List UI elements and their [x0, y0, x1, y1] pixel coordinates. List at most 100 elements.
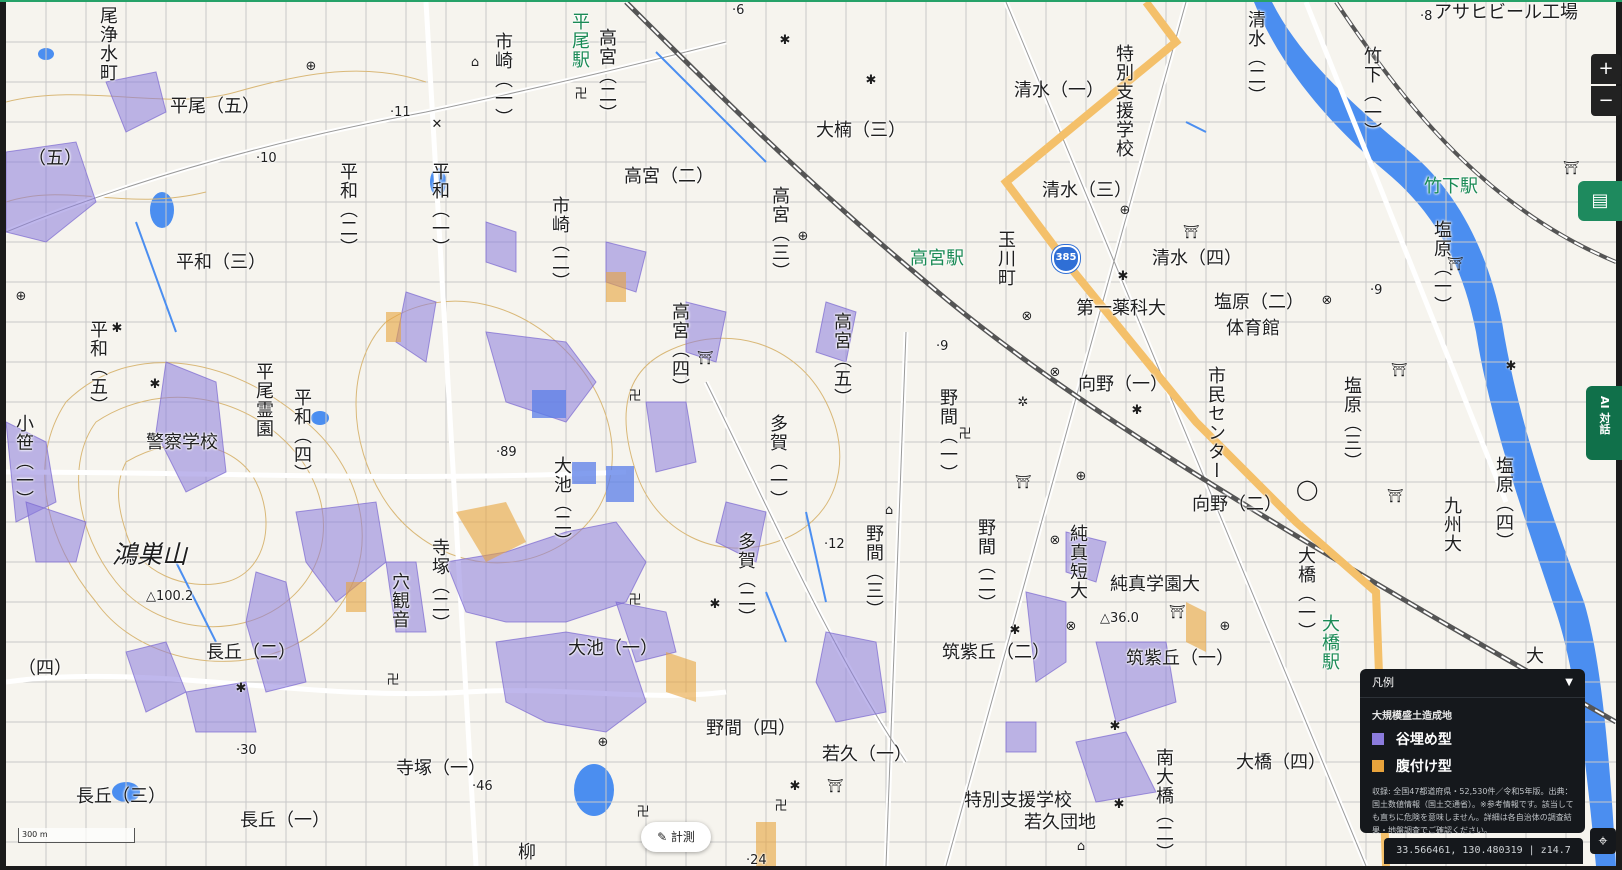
- legend-swatch-valley: [1372, 733, 1384, 745]
- place-label: ·9: [936, 339, 949, 354]
- place-label: 大橋（一）: [1295, 546, 1316, 641]
- school-icon: ✱: [865, 73, 877, 88]
- place-label: 大池（二）: [551, 456, 572, 551]
- place-label: 平尾霊園: [253, 362, 274, 438]
- place-label: 市崎（一）: [492, 32, 513, 127]
- shrine-icon: ⛩: [696, 351, 714, 366]
- contour-lines: [6, 70, 841, 662]
- circle-marker-icon: ◯: [1296, 477, 1319, 501]
- locate-icon[interactable]: ⌖: [1590, 828, 1616, 854]
- public-building-icon: ⌂: [1076, 839, 1086, 854]
- temple-icon: 卍: [386, 673, 400, 688]
- station-label: 大橋駅: [1319, 614, 1340, 671]
- place-label: 清水（四）: [1152, 248, 1242, 269]
- place-label: 九州大: [1441, 496, 1462, 553]
- school-icon: ✱: [1131, 403, 1143, 418]
- place-label: △36.0: [1100, 611, 1139, 626]
- police-icon: ✕: [431, 117, 443, 132]
- school-icon: ✱: [111, 321, 123, 336]
- hospital-icon: ⊗: [1065, 619, 1077, 634]
- pond: [574, 764, 614, 816]
- post-office-icon: ⊕: [1075, 469, 1087, 484]
- place-label: ·46: [472, 779, 493, 794]
- place-label: 野間（二）: [975, 518, 996, 613]
- place-label: 寺塚（一）: [396, 758, 486, 779]
- station-label: 高宮駅: [910, 248, 964, 269]
- place-label: （四）: [18, 658, 72, 679]
- place-label: （五）: [28, 148, 82, 169]
- legend-item-side: 腹付け型: [1360, 749, 1585, 776]
- hospital-icon: ⊗: [1021, 309, 1033, 324]
- place-label: 平和（二）: [337, 162, 358, 257]
- shrine-icon: ⛩: [1168, 605, 1186, 620]
- zoom-out-button[interactable]: −: [1591, 86, 1621, 116]
- place-label: 多賀（二）: [735, 532, 756, 627]
- place-label: ·11: [390, 105, 411, 120]
- place-label: 平和（五）: [87, 320, 108, 415]
- ai-chat-button[interactable]: AI 対話: [1586, 386, 1622, 460]
- place-label: 若久（一）: [822, 744, 912, 765]
- place-label: 竹下（一）: [1361, 46, 1382, 141]
- place-label: ·10: [256, 151, 277, 166]
- place-label: 野間（一）: [937, 388, 958, 483]
- public-building-icon: ⌂: [470, 55, 480, 70]
- place-label: 尾浄水町: [97, 6, 118, 82]
- factory-icon: ✲: [1017, 395, 1029, 410]
- place-label: 鴻巣山: [112, 540, 188, 569]
- school-icon: ✱: [1113, 797, 1125, 812]
- document-panel-button[interactable]: ▤: [1578, 181, 1622, 221]
- place-label: ·24: [746, 853, 767, 866]
- place-label: ·89: [496, 445, 517, 460]
- place-label: 穴観音: [389, 572, 410, 629]
- place-label: 純真短大: [1067, 524, 1088, 600]
- legend-swatch-side: [1372, 760, 1384, 772]
- place-label: 第一薬科大: [1076, 298, 1166, 319]
- map-app: 尾浄水町 平尾（五） （五） 市崎（一） 高宮（二） 平尾駅 大楠（三） 清水（一） 特別支援学…: [0, 0, 1622, 870]
- place-label: 警察学校: [146, 432, 218, 453]
- place-label: 塩原（二）: [1214, 292, 1304, 313]
- legend-header[interactable]: 凡例 ▼: [1360, 669, 1585, 698]
- school-icon: ✱: [779, 33, 791, 48]
- place-label: 多賀（一）: [767, 414, 788, 509]
- place-label: 清水（二）: [1245, 10, 1266, 105]
- place-label: 高宮（二）: [624, 166, 714, 187]
- place-label: 長丘（三）: [76, 786, 166, 807]
- place-label: ·8: [1420, 9, 1433, 24]
- post-office-icon: ⊕: [1119, 203, 1131, 218]
- place-label: 高宮（二）: [596, 28, 617, 123]
- place-label: 特別支援学校: [1113, 44, 1134, 158]
- place-label: 平尾（五）: [170, 96, 260, 117]
- place-label: 野間（四）: [706, 718, 796, 739]
- hospital-icon: ⊗: [1049, 533, 1061, 548]
- school-icon: ✱: [1505, 359, 1517, 374]
- place-label: ·12: [824, 537, 845, 552]
- place-label: 清水（一）: [1014, 80, 1104, 101]
- place-label: 平和（三）: [176, 252, 266, 273]
- place-label: 清水（三）: [1042, 180, 1132, 201]
- school-icon: ✱: [1009, 623, 1021, 638]
- place-label: 長丘（一）: [240, 810, 330, 831]
- place-label: 南大橋（二）: [1153, 748, 1174, 862]
- shrine-icon: ⛩: [826, 779, 844, 794]
- shrine-icon: ⛩: [1390, 363, 1408, 378]
- hospital-icon: ⊗: [1049, 365, 1061, 380]
- place-label: 高宮（三）: [769, 186, 790, 281]
- place-label: 柳: [518, 842, 536, 863]
- zoom-in-button[interactable]: +: [1591, 54, 1621, 84]
- place-label: 長丘（二）: [206, 642, 296, 663]
- place-label: 体育館: [1226, 318, 1280, 339]
- shrine-icon: ⛩: [1446, 257, 1464, 272]
- measure-button[interactable]: ✎ 計測: [641, 822, 711, 852]
- chevron-down-icon[interactable]: ▼: [1565, 669, 1573, 697]
- place-label: 玉川町: [995, 230, 1016, 287]
- public-building-icon: ⌂: [884, 503, 894, 518]
- place-label: ·9: [1370, 283, 1383, 298]
- post-office-icon: ⊕: [1219, 619, 1231, 634]
- national-route: [1000, 2, 1390, 866]
- place-label: 小笹（一）: [13, 414, 34, 509]
- school-icon: ✱: [235, 681, 247, 696]
- temple-icon: 卍: [958, 427, 972, 442]
- legend-item-valley: 谷埋め型: [1360, 722, 1585, 749]
- temple-icon: 卍: [774, 799, 788, 814]
- place-label: 市崎（二）: [549, 196, 570, 291]
